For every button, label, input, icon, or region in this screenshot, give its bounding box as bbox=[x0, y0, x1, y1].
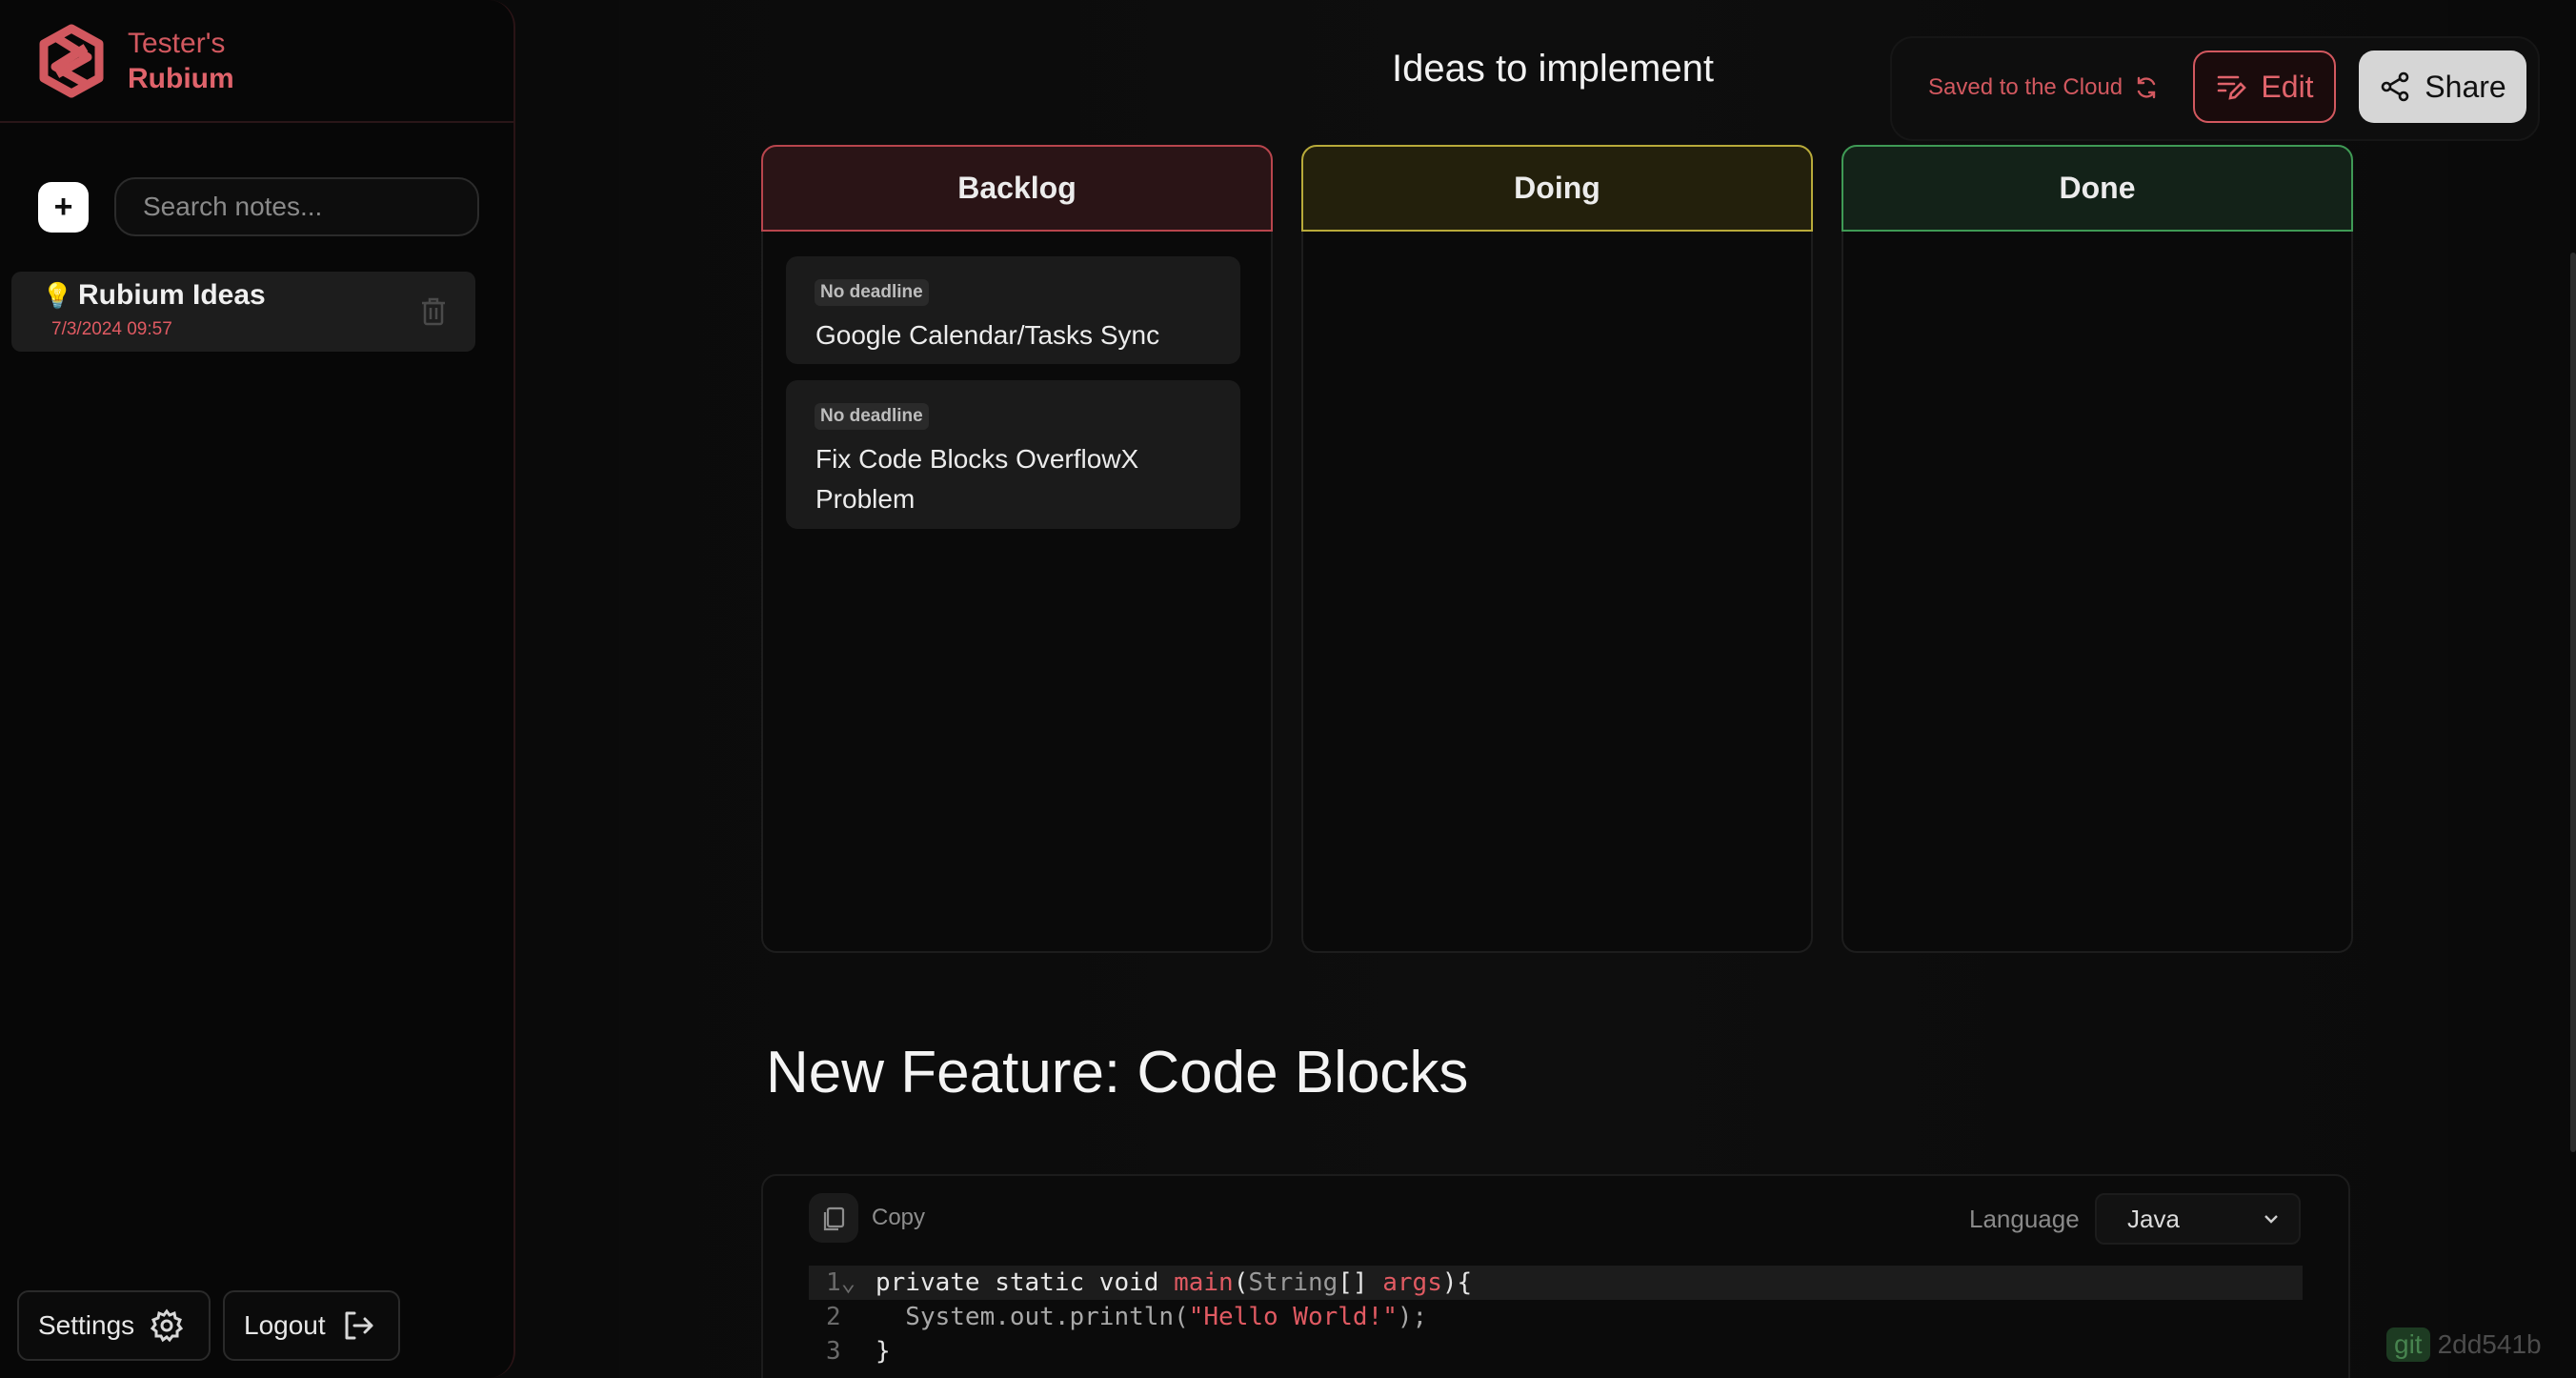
deadline-badge: No deadline bbox=[815, 279, 929, 306]
card-title: Google Calendar/Tasks Sync bbox=[815, 320, 1160, 350]
copy-button[interactable]: Copy bbox=[809, 1193, 925, 1243]
saved-status-text: Saved to the Cloud bbox=[1928, 74, 2123, 100]
edit-icon bbox=[2218, 75, 2247, 100]
language-select[interactable]: Java bbox=[2095, 1193, 2301, 1245]
scrollbar[interactable] bbox=[2570, 253, 2576, 1152]
line-number: 2 bbox=[826, 1303, 841, 1331]
git-tag: git bbox=[2386, 1327, 2430, 1362]
card-title: Fix Code Blocks OverflowX Problem bbox=[815, 444, 1139, 514]
sidebar-divider bbox=[0, 121, 513, 123]
kanban-card[interactable]: No deadline Fix Code Blocks OverflowX Pr… bbox=[786, 380, 1240, 529]
code-block: Copy Language Java 1⌄ private static void… bbox=[761, 1174, 2350, 1378]
settings-label: Settings bbox=[38, 1310, 135, 1340]
code-line[interactable]: 2 System.out.println("Hello World!"); bbox=[809, 1300, 2303, 1334]
code-line[interactable]: 3} bbox=[809, 1334, 2303, 1368]
note-toolbar: Saved to the Cloud Edit Share bbox=[1890, 36, 2540, 141]
commit-hash: 2dd541b bbox=[2437, 1329, 2542, 1359]
note-title: Rubium Ideas bbox=[78, 279, 266, 311]
page-title[interactable]: Ideas to implement bbox=[1296, 48, 1810, 91]
brand[interactable]: Tester's Rubium bbox=[38, 23, 234, 99]
copy-icon bbox=[809, 1193, 858, 1243]
search-input[interactable] bbox=[114, 177, 479, 236]
code-line[interactable]: 1⌄ private static void main(String[] args… bbox=[809, 1266, 2303, 1300]
language-label: Language bbox=[1969, 1205, 2080, 1233]
brand-app-name: Rubium bbox=[128, 63, 234, 94]
line-number: 1⌄ bbox=[826, 1268, 856, 1297]
rubium-logo-icon bbox=[39, 24, 104, 98]
chevron-down-icon bbox=[2264, 1215, 2278, 1224]
brand-owner: Tester's bbox=[128, 27, 226, 59]
cloud-sync-icon bbox=[2137, 76, 2156, 99]
gear-icon bbox=[151, 1308, 184, 1343]
new-note-button[interactable]: + bbox=[38, 182, 89, 233]
sidebar: Tester's Rubium + 💡 Rubium Ideas 7/3/202… bbox=[0, 0, 515, 1378]
language-value: Java bbox=[2127, 1204, 2180, 1233]
settings-button[interactable]: Settings bbox=[17, 1290, 211, 1361]
logout-label: Logout bbox=[244, 1310, 326, 1340]
share-label: Share bbox=[2425, 69, 2506, 104]
share-icon bbox=[2381, 71, 2409, 102]
column-header-backlog: Backlog bbox=[761, 145, 1273, 232]
trash-icon[interactable] bbox=[419, 294, 448, 327]
saved-status: Saved to the Cloud bbox=[1928, 74, 2159, 101]
note-date: 7/3/2024 09:57 bbox=[51, 319, 172, 339]
edit-label: Edit bbox=[2261, 69, 2314, 104]
fold-chevron-icon[interactable]: ⌄ bbox=[841, 1268, 856, 1297]
share-button[interactable]: Share bbox=[2359, 51, 2526, 123]
line-number: 3 bbox=[826, 1337, 841, 1366]
kanban-column-doing: Doing bbox=[1301, 145, 1813, 953]
git-version-badge: git 2dd541b bbox=[2386, 1327, 2542, 1362]
column-header-done: Done bbox=[1841, 145, 2353, 232]
edit-button[interactable]: Edit bbox=[2193, 51, 2336, 123]
kanban-column-backlog: Backlog No deadline Google Calendar/Task… bbox=[761, 145, 1273, 953]
column-header-doing: Doing bbox=[1301, 145, 1813, 232]
kanban-card[interactable]: No deadline Google Calendar/Tasks Sync bbox=[786, 256, 1240, 364]
logout-icon bbox=[345, 1311, 373, 1340]
logout-button[interactable]: Logout bbox=[223, 1290, 400, 1361]
lightbulb-icon: 💡 bbox=[42, 281, 73, 310]
deadline-badge: No deadline bbox=[815, 403, 929, 430]
kanban-column-done: Done bbox=[1841, 145, 2353, 953]
note-list-item[interactable]: 💡 Rubium Ideas 7/3/2024 09:57 bbox=[11, 272, 475, 352]
section-heading[interactable]: New Feature: Code Blocks bbox=[766, 1039, 1468, 1106]
copy-label: Copy bbox=[872, 1205, 926, 1230]
